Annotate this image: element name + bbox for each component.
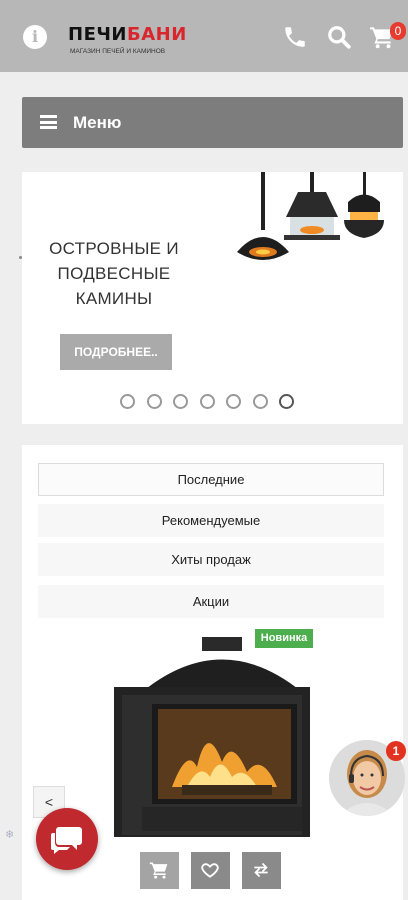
slider-dot[interactable] (252, 394, 268, 409)
slider-dot[interactable] (120, 394, 135, 409)
snowflake-icon: ❄ (5, 829, 15, 841)
compare-button[interactable] (242, 852, 281, 889)
slide-more-button[interactable]: ПОДРОБНЕЕ.. (60, 334, 172, 370)
slider-dot[interactable] (146, 394, 162, 409)
logo-tagline: МАГАЗИН ПЕЧЕЙ И КАМИНОВ (70, 48, 166, 55)
search-icon[interactable] (326, 24, 354, 52)
tab-sales[interactable]: Акции (38, 585, 384, 618)
logo[interactable]: ПЕЧИБАНИ МАГАЗИН ПЕЧЕЙ И КАМИНОВ (68, 24, 198, 58)
tab-recommended[interactable]: Рекомендуемые (38, 504, 384, 537)
slider-dot[interactable] (226, 394, 241, 409)
product-image[interactable] (112, 637, 312, 842)
slider-dot-active[interactable] (279, 394, 294, 409)
tab-latest[interactable]: Последние (38, 463, 384, 496)
info-icon[interactable]: i (23, 25, 47, 49)
site-header: i ПЕЧИБАНИ МАГАЗИН ПЕЧЕЙ И КАМИНОВ 0 (0, 0, 408, 72)
cart-icon (149, 862, 168, 879)
add-to-cart-button[interactable] (140, 852, 179, 889)
menu-toggle[interactable]: Меню (22, 97, 403, 148)
new-badge: Новинка (255, 629, 313, 648)
slide-title: ОСТРОВНЫЕ И ПОДВЕСНЫЕ КАМИНЫ (49, 239, 179, 308)
menu-label: Меню (73, 113, 122, 132)
heart-icon (201, 863, 219, 878)
add-to-wishlist-button[interactable] (191, 852, 230, 889)
compare-icon (254, 862, 268, 878)
slider-dot[interactable] (199, 394, 215, 409)
hamburger-icon (40, 115, 57, 129)
slider-dots (120, 394, 294, 410)
consultant-badge: 1 (386, 741, 406, 761)
logo-text: ПЕЧИБАНИ (68, 24, 187, 45)
tab-bestsellers[interactable]: Хиты продаж (38, 543, 384, 576)
phone-icon[interactable] (282, 24, 310, 52)
cart-count-badge: 0 (390, 22, 406, 40)
slider-dot[interactable] (173, 394, 188, 409)
chat-icon[interactable] (36, 808, 98, 870)
promo-slider: ОСТРОВНЫЕ И ПОДВЕСНЫЕ КАМИНЫ ПОДРОБНЕЕ.. (22, 172, 403, 424)
hanging-fireplaces-image (237, 172, 384, 260)
